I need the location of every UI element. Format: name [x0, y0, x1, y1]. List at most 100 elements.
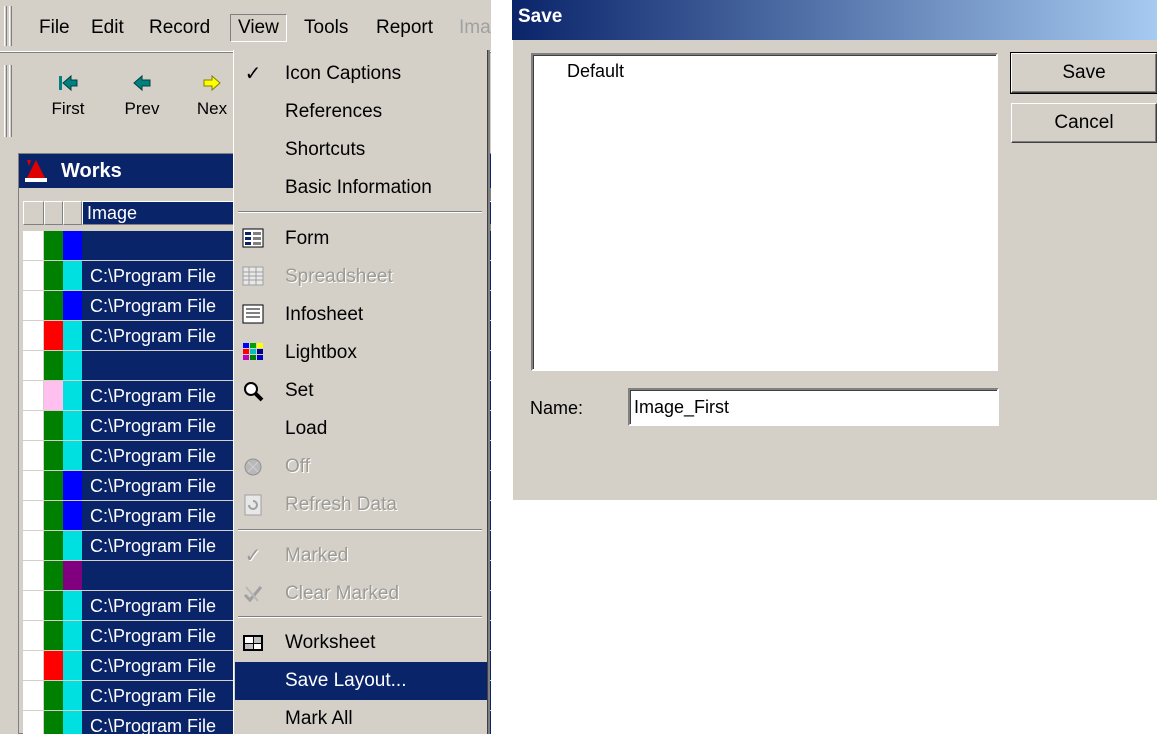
- row-marker-cell[interactable]: [23, 621, 44, 651]
- menu-item-worksheet[interactable]: Worksheet: [235, 624, 487, 662]
- type-color-cell[interactable]: [63, 711, 82, 734]
- type-color-cell[interactable]: [63, 621, 82, 651]
- menu-report-label: Report: [376, 17, 434, 38]
- type-color-cell[interactable]: [63, 321, 82, 351]
- status-color-cell[interactable]: [44, 441, 63, 471]
- menubar-grip[interactable]: [4, 6, 7, 46]
- menu-item-infosheet[interactable]: Infosheet: [235, 296, 487, 334]
- status-color-cell[interactable]: [44, 321, 63, 351]
- menu-item-label: Lightbox: [285, 342, 357, 363]
- status-color-cell[interactable]: [44, 621, 63, 651]
- header-cell-3[interactable]: [63, 201, 82, 225]
- status-color-cell[interactable]: [44, 471, 63, 501]
- status-color-cell[interactable]: [44, 711, 63, 734]
- works-title: Works: [61, 160, 122, 182]
- row-marker-cell[interactable]: [23, 651, 44, 681]
- header-cell-2[interactable]: [44, 201, 63, 225]
- type-color-cell[interactable]: [63, 411, 82, 441]
- header-cell-1[interactable]: [23, 201, 44, 225]
- row-marker-cell[interactable]: [23, 471, 44, 501]
- status-color-cell[interactable]: [44, 381, 63, 411]
- status-color-cell[interactable]: [44, 411, 63, 441]
- save-button[interactable]: Save: [1010, 52, 1157, 94]
- status-color-cell[interactable]: [44, 651, 63, 681]
- cancel-button[interactable]: Cancel: [1011, 103, 1157, 143]
- row-marker-cell[interactable]: [23, 441, 44, 471]
- row-marker-cell[interactable]: [23, 531, 44, 561]
- layout-listbox[interactable]: Default: [531, 53, 998, 371]
- type-color-cell[interactable]: [63, 681, 82, 711]
- status-color-cell[interactable]: [44, 531, 63, 561]
- status-color-cell[interactable]: [44, 351, 63, 381]
- type-color-cell[interactable]: [63, 291, 82, 321]
- menu-item-refresh-data[interactable]: Refresh Data: [235, 486, 487, 524]
- status-color-cell[interactable]: [44, 261, 63, 291]
- status-color-cell[interactable]: [44, 501, 63, 531]
- menu-report[interactable]: Report: [369, 14, 440, 42]
- menu-edit-label: Edit: [91, 17, 124, 38]
- row-marker-cell[interactable]: [23, 591, 44, 621]
- type-color-cell[interactable]: [63, 231, 82, 261]
- type-color-cell[interactable]: [63, 501, 82, 531]
- row-marker-cell[interactable]: [23, 291, 44, 321]
- menu-item-set[interactable]: Set: [235, 372, 487, 410]
- type-color-cell[interactable]: [63, 531, 82, 561]
- menu-separator: [238, 211, 482, 213]
- type-color-cell[interactable]: [63, 261, 82, 291]
- row-marker-cell[interactable]: [23, 231, 44, 261]
- menu-bar: File Edit Record View Tools Report Ima: [0, 0, 491, 52]
- row-marker-cell[interactable]: [23, 711, 44, 734]
- first-button[interactable]: First: [38, 73, 98, 119]
- form-icon: [241, 228, 265, 250]
- status-color-cell[interactable]: [44, 231, 63, 261]
- row-marker-cell[interactable]: [23, 501, 44, 531]
- type-color-cell[interactable]: [63, 381, 82, 411]
- menu-item-marked[interactable]: ✓ Marked: [235, 537, 487, 575]
- menu-file[interactable]: File: [32, 14, 77, 42]
- menu-item-off[interactable]: Off: [235, 448, 487, 486]
- status-color-cell[interactable]: [44, 561, 63, 591]
- menu-item-save-layout[interactable]: Save Layout...: [235, 662, 487, 700]
- row-marker-cell[interactable]: [23, 321, 44, 351]
- menu-item-lightbox[interactable]: Lightbox: [235, 334, 487, 372]
- type-color-cell[interactable]: [63, 351, 82, 381]
- type-color-cell[interactable]: [63, 471, 82, 501]
- menu-item-basic-information[interactable]: Basic Information: [235, 169, 487, 207]
- prev-button[interactable]: Prev: [112, 73, 172, 119]
- menu-item-shortcuts[interactable]: Shortcuts: [235, 131, 487, 169]
- menu-item-form[interactable]: Form: [235, 220, 487, 258]
- row-marker-cell[interactable]: [23, 381, 44, 411]
- save-dialog-titlebar[interactable]: Save: [512, 0, 1157, 40]
- status-color-cell[interactable]: [44, 291, 63, 321]
- row-marker-cell[interactable]: [23, 561, 44, 591]
- menu-item-label: Mark All: [285, 708, 353, 729]
- row-marker-cell[interactable]: [23, 681, 44, 711]
- menu-edit[interactable]: Edit: [84, 14, 131, 42]
- type-color-cell[interactable]: [63, 561, 82, 591]
- menu-item-load[interactable]: Load: [235, 410, 487, 448]
- status-color-cell[interactable]: [44, 681, 63, 711]
- menu-item-clear-marked[interactable]: Clear Marked: [235, 575, 487, 613]
- menu-view[interactable]: View: [230, 14, 287, 42]
- menu-item-label: Form: [285, 228, 330, 249]
- works-logo-icon: [23, 158, 49, 184]
- menu-tools[interactable]: Tools: [297, 14, 355, 42]
- toolbar-grip[interactable]: [4, 65, 7, 137]
- status-color-cell[interactable]: [44, 591, 63, 621]
- row-marker-cell[interactable]: [23, 351, 44, 381]
- list-item[interactable]: Default: [567, 61, 624, 82]
- type-color-cell[interactable]: [63, 441, 82, 471]
- menu-image[interactable]: Ima: [452, 14, 491, 42]
- type-color-cell[interactable]: [63, 651, 82, 681]
- name-field[interactable]: [628, 388, 999, 426]
- row-marker-cell[interactable]: [23, 411, 44, 441]
- first-arrow-icon: [38, 73, 98, 99]
- menu-item-spreadsheet[interactable]: Spreadsheet: [235, 258, 487, 296]
- row-marker-cell[interactable]: [23, 261, 44, 291]
- menu-item-icon-captions[interactable]: ✓ Icon Captions: [235, 55, 487, 93]
- menu-item-references[interactable]: References: [235, 93, 487, 131]
- magnifier-icon: [241, 380, 265, 402]
- menu-record[interactable]: Record: [142, 14, 217, 42]
- menu-item-mark-all[interactable]: Mark All: [235, 700, 487, 734]
- type-color-cell[interactable]: [63, 591, 82, 621]
